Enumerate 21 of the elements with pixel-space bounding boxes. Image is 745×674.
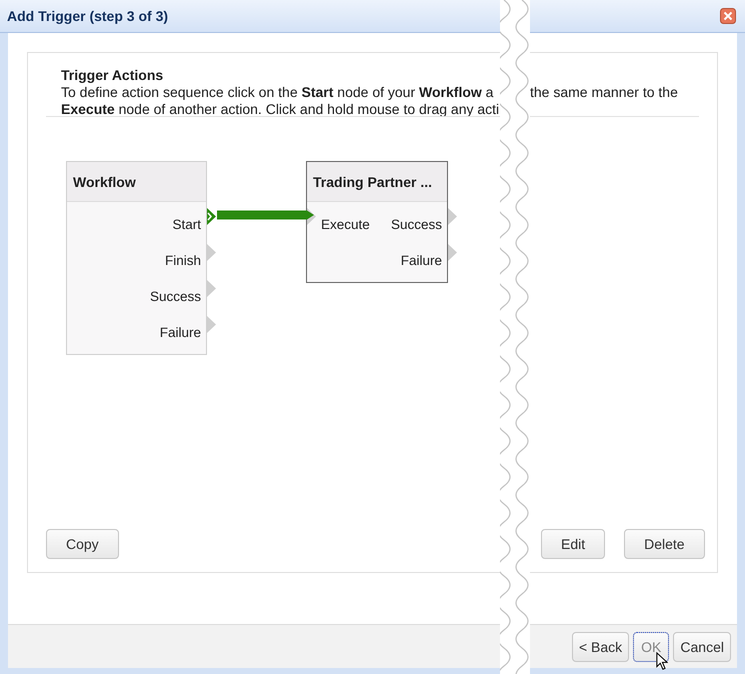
- cursor-icon: [656, 652, 668, 671]
- instruction-text: Execute node of another action. Click and hold mouse to drag any acti: [61, 101, 500, 118]
- action-button[interactable]: Edit: [541, 529, 606, 559]
- section-heading: Trigger Actions: [61, 67, 164, 84]
- port-label[interactable]: Finish: [164, 242, 206, 278]
- dialog-button[interactable]: Cancel: [673, 632, 731, 662]
- port-label[interactable]: Failure: [160, 314, 206, 350]
- copy-button[interactable]: Copy: [46, 529, 119, 559]
- node-title: Trading Partner ...: [307, 162, 447, 202]
- instruction-text: the same manner to the: [530, 84, 679, 101]
- port-label[interactable]: Failure: [400, 242, 447, 278]
- close-icon[interactable]: [720, 8, 736, 24]
- port-label[interactable]: Success: [150, 278, 206, 314]
- window-title: Add Trigger (step 3 of 3): [6, 8, 168, 24]
- node-title: Workflow: [67, 162, 206, 202]
- instruction-text: To define action sequence click on the Start node of your Workflow a: [61, 84, 494, 101]
- port-label[interactable]: Success: [390, 206, 447, 242]
- port-label[interactable]: Start: [172, 206, 206, 242]
- dialog-button[interactable]: < Back: [572, 632, 630, 662]
- action-button[interactable]: Delete: [624, 529, 705, 559]
- connected-port-icon[interactable]: [207, 208, 216, 225]
